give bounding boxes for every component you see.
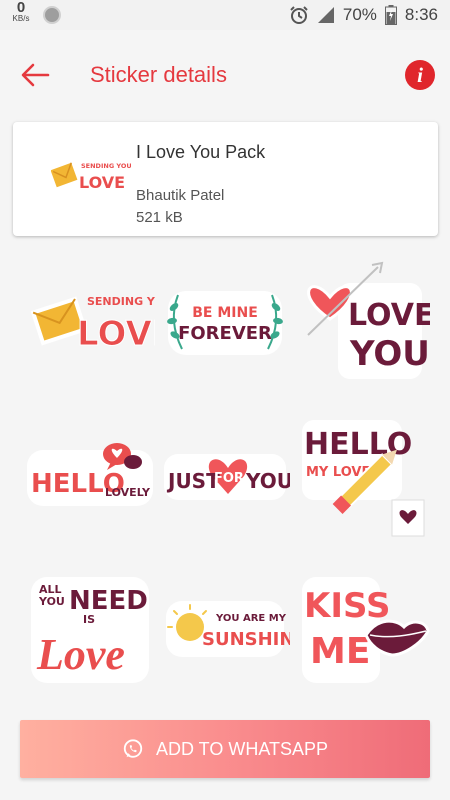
sticker-text: JUST	[166, 469, 220, 493]
battery-percent: 70%	[342, 5, 377, 24]
sticker-text: YOU	[38, 595, 65, 608]
sticker-text: HELLO	[304, 427, 412, 462]
pack-size: 521 kB	[136, 209, 183, 226]
status-bar: 0 KB/s 70% 8:36	[0, 0, 450, 30]
network-speed: 0 KB/s	[8, 0, 34, 24]
sticker-text: NEED	[69, 586, 148, 616]
sticker-text: LOVE	[77, 314, 155, 354]
sticker-text: YOU ARE MY	[215, 613, 287, 624]
clock-time: 8:36	[404, 5, 438, 24]
pack-info-card: SENDING YOU LOVE I Love You Pack Bhautik…	[13, 122, 438, 236]
sticker-be-mine-forever[interactable]: BE MINE FOREVER	[160, 255, 290, 385]
add-button-label: ADD TO WHATSAPP	[155, 738, 329, 759]
sticker-text: SENDING YOU	[87, 295, 155, 308]
sticker-text: Love	[36, 630, 125, 679]
pack-author: Bhautik Patel	[136, 187, 225, 204]
page-title: Sticker details	[90, 62, 227, 87]
pack-thumbnail: SENDING YOU LOVE	[50, 156, 132, 200]
whatsapp-icon	[123, 739, 143, 758]
sticker-kiss-me[interactable]: KISS ME	[300, 565, 430, 695]
battery-icon	[384, 5, 397, 25]
thumb-text-top: SENDING YOU	[81, 162, 131, 170]
back-button[interactable]	[18, 58, 52, 92]
sticker-hello-my-love[interactable]: HELLO MY LOVE	[300, 410, 430, 540]
sticker-sending-you-love[interactable]: SENDING YOU LOVE	[25, 255, 155, 385]
speed-value: 0	[16, 0, 26, 16]
sticker-text: FOR	[214, 471, 244, 486]
sticker-text: LOVELY	[105, 486, 151, 499]
arrow-left-icon	[21, 63, 50, 87]
signal-icon	[317, 7, 334, 23]
pack-name: I Love You Pack	[136, 142, 266, 162]
sticker-text: KISS	[304, 586, 390, 626]
sticker-just-for-you[interactable]: JUST FOR YOU	[160, 410, 290, 540]
sticker-text: BE MINE	[192, 305, 258, 321]
sticker-text: SUNSHINE	[202, 629, 290, 650]
sticker-text: YOU	[349, 334, 430, 374]
speed-unit: KB/s	[12, 14, 30, 23]
sticker-text: ME	[310, 631, 370, 672]
thumb-text-main: LOVE	[79, 173, 125, 192]
sticker-text: IS	[83, 613, 95, 626]
app-bar: Sticker details i	[0, 30, 450, 116]
sticker-text: YOU	[245, 469, 290, 493]
sticker-text: FOREVER	[178, 323, 272, 344]
sticker-grid: SENDING YOU LOVE BE MINE FOREVER LOVE Y	[20, 255, 430, 695]
sticker-you-are-my-sunshine[interactable]: YOU ARE MY SUNSHINE	[160, 565, 290, 695]
add-to-whatsapp-button[interactable]: ADD TO WHATSAPP	[20, 720, 430, 778]
info-button[interactable]: i	[405, 60, 435, 90]
alarm-icon	[290, 6, 308, 24]
sticker-hello-lovely[interactable]: HELLO LOVELY	[25, 410, 155, 540]
sticker-text: LOVE	[348, 298, 430, 333]
sticker-love-you[interactable]: LOVE YOU	[300, 255, 430, 385]
notification-dot-icon	[43, 6, 61, 24]
sticker-all-you-need-is-love[interactable]: ALL YOU NEED IS Love	[25, 565, 155, 695]
